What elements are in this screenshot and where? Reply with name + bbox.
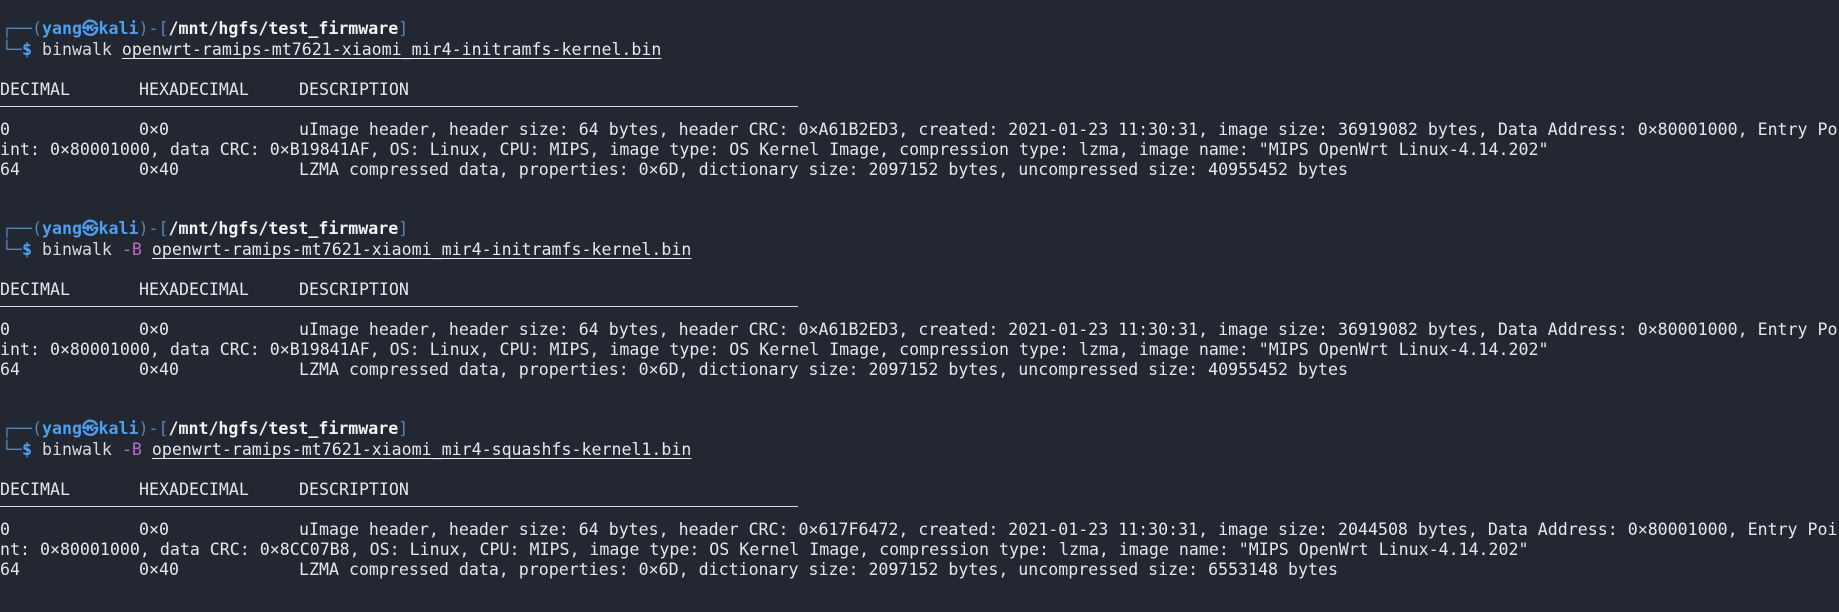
header-hexadecimal: HEXADECIMAL [139, 480, 249, 499]
prompt-user: yang [41, 19, 82, 38]
prompt-at-symbol: ㉿ [81, 419, 99, 438]
table-row: 64 0×40 LZMA compressed data, properties… [0, 560, 1839, 580]
row-decimal: 0 [0, 520, 10, 539]
row-description: LZMA compressed data, properties: 0×6D, … [299, 560, 1338, 579]
header-decimal: DECIMAL [0, 480, 70, 499]
row-hexadecimal: 0×40 [139, 560, 179, 579]
row-decimal: 64 [0, 560, 20, 579]
prompt-path: /mnt/hgfs/test_firmware [168, 219, 399, 238]
row-decimal: 0 [0, 120, 10, 139]
row-decimal: 64 [0, 360, 20, 379]
row-hexadecimal: 0×0 [139, 320, 169, 339]
command-name: binwalk [41, 440, 112, 459]
prompt-path: /mnt/hgfs/test_firmware [168, 19, 399, 38]
row-description: uImage header, header size: 64 bytes, he… [299, 520, 1838, 539]
prompt-host: kali [98, 19, 139, 38]
table-header: DECIMAL HEXADECIMAL DESCRIPTION [0, 80, 1839, 100]
table-row: 0 0×0 uImage header, header size: 64 byt… [0, 520, 1839, 540]
table-row: 64 0×40 LZMA compressed data, properties… [0, 360, 1839, 380]
prompt-user: yang [41, 219, 82, 238]
header-decimal: DECIMAL [0, 280, 70, 299]
prompt-frame-open: ┌──( [2, 419, 42, 438]
prompt-line: ┌──(yang㉿kali)-[/mnt/hgfs/test_firmware] [2, 419, 408, 439]
command-flag: -B [121, 440, 142, 459]
row-description-continuation: int: 0×80001000, data CRC: 0×B19841AF, O… [0, 340, 1549, 359]
header-decimal: DECIMAL [0, 80, 70, 99]
row-description: uImage header, header size: 64 bytes, he… [299, 320, 1838, 339]
row-description: LZMA compressed data, properties: 0×6D, … [299, 360, 1348, 379]
prompt-user: yang [41, 419, 82, 438]
prompt-line: ┌──(yang㉿kali)-[/mnt/hgfs/test_firmware] [2, 219, 408, 239]
prompt-at-symbol: ㉿ [81, 219, 99, 238]
header-description: DESCRIPTION [299, 80, 409, 99]
table-header: DECIMAL HEXADECIMAL DESCRIPTION [0, 280, 1839, 300]
header-hexadecimal: HEXADECIMAL [139, 80, 249, 99]
prompt-frame-close: ] [398, 219, 409, 238]
terminal-window[interactable]: ┌──(yang㉿kali)-[/mnt/hgfs/test_firmware]… [0, 0, 1839, 612]
row-description: LZMA compressed data, properties: 0×6D, … [299, 160, 1348, 179]
prompt-frame-bottom: └─ [2, 440, 22, 459]
prompt-line: ┌──(yang㉿kali)-[/mnt/hgfs/test_firmware] [2, 19, 408, 39]
prompt-frame-open: ┌──( [2, 219, 42, 238]
prompt-dollar: $ [21, 440, 32, 459]
prompt-at-symbol: ㉿ [81, 19, 99, 38]
table-header: DECIMAL HEXADECIMAL DESCRIPTION [0, 480, 1839, 500]
header-divider [0, 106, 798, 107]
prompt-dollar: $ [21, 240, 32, 259]
command-name: binwalk [41, 240, 112, 259]
command-line: └─$ binwalk -B openwrt-ramips-mt7621-xia… [2, 440, 691, 460]
command-name: binwalk [41, 40, 112, 59]
prompt-dollar: $ [21, 40, 32, 59]
command-line: └─$ binwalk -B openwrt-ramips-mt7621-xia… [2, 240, 691, 260]
header-divider [0, 506, 798, 507]
row-hexadecimal: 0×0 [139, 520, 169, 539]
command-argument[interactable]: openwrt-ramips-mt7621-xiaomi_mir4-initra… [152, 240, 691, 259]
prompt-frame-bottom: └─ [2, 40, 22, 59]
row-decimal: 64 [0, 160, 20, 179]
row-description-continuation: int: 0×80001000, data CRC: 0×B19841AF, O… [0, 140, 1549, 159]
header-description: DESCRIPTION [299, 280, 409, 299]
header-hexadecimal: HEXADECIMAL [139, 280, 249, 299]
table-row: 0 0×0 uImage header, header size: 64 byt… [0, 120, 1839, 140]
row-hexadecimal: 0×0 [139, 120, 169, 139]
header-description: DESCRIPTION [299, 480, 409, 499]
command-argument[interactable]: openwrt-ramips-mt7621-xiaomi_mir4-initra… [122, 40, 661, 59]
table-row: 0 0×0 uImage header, header size: 64 byt… [0, 320, 1839, 340]
prompt-frame-mid: )-[ [138, 19, 169, 38]
prompt-frame-close: ] [398, 19, 409, 38]
prompt-frame-mid: )-[ [138, 419, 169, 438]
command-flag: -B [121, 240, 142, 259]
table-row: 64 0×40 LZMA compressed data, properties… [0, 160, 1839, 180]
prompt-host: kali [98, 419, 139, 438]
row-description: uImage header, header size: 64 bytes, he… [299, 120, 1838, 139]
command-line: └─$ binwalk openwrt-ramips-mt7621-xiaomi… [2, 40, 661, 60]
prompt-frame-close: ] [398, 419, 409, 438]
prompt-frame-bottom: └─ [2, 240, 22, 259]
header-divider [0, 306, 798, 307]
row-decimal: 0 [0, 320, 10, 339]
prompt-path: /mnt/hgfs/test_firmware [168, 419, 399, 438]
command-argument[interactable]: openwrt-ramips-mt7621-xiaomi_mir4-squash… [152, 440, 691, 459]
prompt-host: kali [98, 219, 139, 238]
row-hexadecimal: 0×40 [139, 360, 179, 379]
row-description-continuation: nt: 0×80001000, data CRC: 0×8CC07B8, OS:… [0, 540, 1529, 559]
row-hexadecimal: 0×40 [139, 160, 179, 179]
prompt-frame-mid: )-[ [138, 219, 169, 238]
prompt-frame-open: ┌──( [2, 19, 42, 38]
